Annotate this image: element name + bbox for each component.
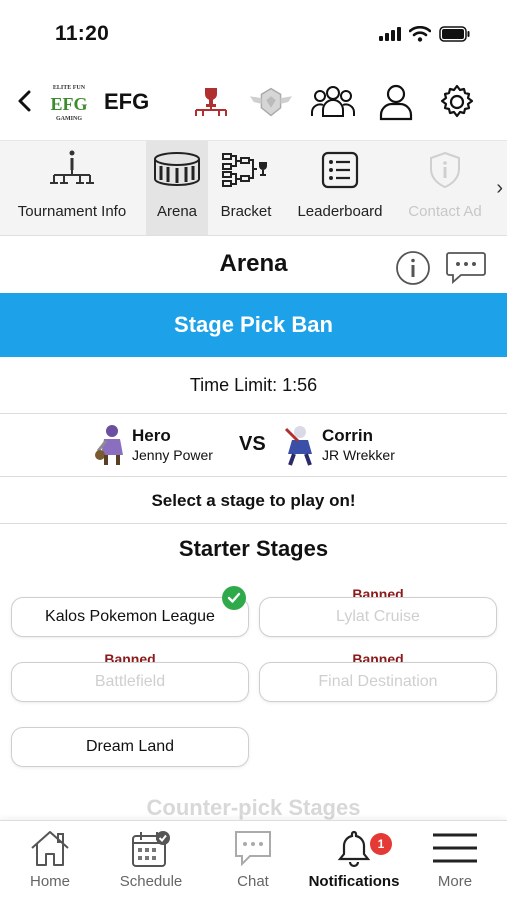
chat-icon — [232, 827, 274, 869]
starter-stages-title: Starter Stages — [178, 536, 329, 561]
back-arrow-icon[interactable] — [14, 88, 36, 114]
stage-name: Final Destination — [318, 673, 438, 690]
stage-kalos-pokemon-league[interactable]: Kalos Pokemon League — [11, 597, 249, 637]
select-stage-prompt: Select a stage to play on! — [151, 490, 356, 510]
teams-icon[interactable] — [310, 80, 356, 124]
profile-icon[interactable] — [373, 80, 419, 124]
list-icon — [320, 141, 360, 199]
stage-name: Battlefield — [94, 673, 166, 690]
stage-name: Kalos Pokemon League — [45, 608, 215, 625]
tab-label: Tournament Info — [17, 203, 127, 220]
player-2-tag: JR Wrekker — [322, 447, 395, 463]
matchup-row: Hero Jenny Power VS Corrin JR Wrekker — [0, 415, 507, 477]
bracket-icon — [221, 141, 271, 199]
checkmark-icon — [222, 586, 246, 610]
tab-leaderboard[interactable]: Leaderboard — [284, 141, 396, 235]
tab-label: Bracket — [220, 203, 272, 220]
shield-info-icon — [428, 141, 462, 199]
nav-label: More — [437, 873, 473, 890]
time-limit: Time Limit: 1:56 — [189, 375, 318, 395]
nav-label: Chat — [237, 873, 269, 890]
bell-icon — [334, 827, 374, 869]
stage-lylat-cruise: Lylat Cruise — [259, 597, 497, 637]
info-icon[interactable] — [395, 250, 431, 286]
stadium-icon — [151, 141, 203, 199]
tab-label: Contact Ad — [408, 203, 482, 220]
tab-tournament-info[interactable]: Tournament Info — [0, 141, 144, 235]
stage-name: Lylat Cruise — [336, 608, 420, 625]
status-bar: 11:20 — [0, 0, 507, 70]
svg-text:GAMING: GAMING — [56, 116, 82, 122]
menu-icon — [431, 827, 479, 869]
tournament-info-icon — [48, 141, 96, 199]
stage-battlefield: Battlefield — [11, 662, 249, 702]
tournament-tabs: Tournament Info Arena Bracket Leaderboar… — [0, 140, 507, 236]
status-icons — [379, 26, 471, 42]
vs-label: VS — [239, 433, 266, 455]
svg-text:ELITE FUN: ELITE FUN — [53, 85, 86, 91]
player-1: Hero Jenny Power — [92, 423, 213, 467]
app-header: ELITE FUN EFG GAMING EFG — [0, 72, 507, 132]
select-stage-prompt-row: Select a stage to play on! — [0, 478, 507, 524]
stage-name: Dream Land — [85, 738, 175, 755]
nav-chat[interactable]: Chat — [203, 827, 303, 890]
app-name: EFG — [104, 89, 150, 114]
efg-logo: ELITE FUN EFG GAMING — [48, 80, 90, 124]
tab-bracket[interactable]: Bracket — [210, 141, 282, 235]
bottom-nav: Home Schedule Chat 1 Notifications More — [0, 820, 507, 900]
wifi-icon — [409, 26, 431, 42]
settings-gear-icon[interactable] — [434, 80, 480, 124]
nav-more[interactable]: More — [405, 827, 505, 890]
nav-schedule[interactable]: Schedule — [101, 827, 201, 890]
nav-home[interactable]: Home — [0, 827, 100, 890]
hero-character-icon — [95, 425, 123, 465]
nav-label: Schedule — [119, 873, 183, 890]
calendar-icon — [129, 827, 173, 869]
time-limit-row: Time Limit: 1:56 — [0, 358, 507, 414]
rank-emblem-icon[interactable] — [248, 80, 294, 124]
cellular-signal-icon — [379, 27, 401, 41]
player-1-character: Hero — [132, 426, 171, 445]
stage-pick-ban-banner: Stage Pick Ban — [0, 293, 507, 357]
player-2: Corrin JR Wrekker — [282, 423, 395, 467]
tab-label: Leaderboard — [297, 203, 383, 220]
tab-contact-admin[interactable]: Contact Ad — [398, 141, 492, 235]
chat-bubble-icon[interactable] — [445, 250, 487, 286]
notification-badge: 1 — [370, 833, 392, 855]
status-time: 11:20 — [55, 22, 110, 45]
counterpick-stages-title: Counter-pick Stages — [146, 795, 361, 820]
nav-label: Home — [29, 873, 70, 890]
player-2-character: Corrin — [322, 426, 373, 445]
arena-title-row: Arena — [0, 238, 507, 292]
player-1-tag: Jenny Power — [132, 447, 213, 463]
stage-dream-land[interactable]: Dream Land — [11, 727, 249, 767]
nav-label: Notifications — [308, 873, 400, 890]
home-icon — [28, 827, 72, 869]
tab-label: Arena — [156, 203, 198, 220]
stage-final-destination: Final Destination — [259, 662, 497, 702]
chevron-right-icon[interactable]: › — [496, 177, 503, 200]
corrin-character-icon — [284, 426, 312, 466]
nav-notifications[interactable]: 1 Notifications — [304, 827, 404, 890]
trophy-bracket-icon[interactable] — [188, 80, 234, 124]
svg-text:EFG: EFG — [50, 94, 87, 114]
battery-icon — [439, 26, 470, 42]
tab-arena[interactable]: Arena — [146, 141, 208, 235]
